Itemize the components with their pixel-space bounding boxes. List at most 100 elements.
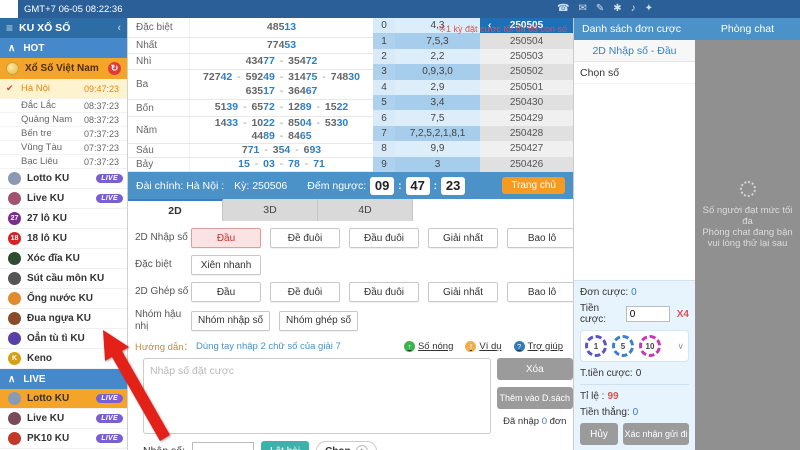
- bet-row-label: Đặc biệt: [135, 259, 191, 271]
- home-button[interactable]: Trang chủ: [502, 177, 565, 194]
- bet-row-2d-nhap-so: 2D Nhập sốĐầuĐề đuôiĐầu đuôiGiải nhấtBao…: [135, 228, 573, 248]
- total-amount-value: 0: [636, 368, 642, 379]
- period-cell[interactable]: 250428: [480, 126, 573, 141]
- check-icon: ✔: [6, 156, 21, 167]
- sidebar-item-live-ku[interactable]: Live KULIVE: [0, 189, 127, 209]
- number-tail: 04: [300, 117, 312, 129]
- sound-icon[interactable]: ♪: [631, 4, 636, 14]
- add-to-list-button[interactable]: Thêm vào D.sách: [497, 387, 573, 409]
- period-cell[interactable]: 250426: [480, 157, 573, 172]
- period-cell[interactable]: 250503: [480, 49, 573, 64]
- sidebar-item-lotto-ku[interactable]: Lotto KULIVE: [0, 169, 127, 189]
- bet-option-nhom-ghep-so[interactable]: Nhóm ghép số: [279, 311, 358, 331]
- number-head: 14: [215, 117, 227, 129]
- sidebar-item-ong-nuoc-ku[interactable]: Ống nước KU: [0, 289, 127, 309]
- sidebar-station-bac-lieu[interactable]: ✔Bạc Liêu07:37:23: [0, 155, 127, 169]
- sidebar-item-sut-cau-mon-ku[interactable]: Sút cầu môn KU: [0, 269, 127, 289]
- sidebar-station-dac-lac[interactable]: ✔Đắc Lắc08:37:23: [0, 99, 127, 113]
- bet-option-giai-nhat[interactable]: Giải nhất: [428, 282, 498, 302]
- app-window: GMT+7 06-05 08:22:36 ☎✉✎✱♪✦ ≡ KU XỔ SỐ ‹…: [0, 0, 800, 450]
- prize-row-sau: Sáu771 - 354 - 693: [128, 144, 373, 158]
- bet-row-dac-biet: Đặc biệtXiên nhanh: [135, 255, 573, 275]
- replay-icon[interactable]: ↻: [108, 62, 121, 75]
- number-tail: 72: [306, 55, 318, 67]
- tab-3d[interactable]: 3D: [223, 199, 318, 221]
- mail-icon[interactable]: ✉: [578, 4, 586, 14]
- sidebar-item-18-lo-ku[interactable]: 1818 lô KU: [0, 229, 127, 249]
- period-cell[interactable]: 250427: [480, 141, 573, 156]
- chevron-down-icon[interactable]: ∨: [677, 341, 684, 352]
- section-live[interactable]: ∧ LIVE: [0, 369, 127, 389]
- section-hot[interactable]: ∧ HOT: [0, 38, 127, 58]
- guide-link-so-nong[interactable]: ↑Số nóng: [404, 341, 453, 352]
- guide-link-tro-giup[interactable]: ?Trợ giúp: [514, 341, 563, 352]
- sidebar-item-live-ku[interactable]: Live KULIVE: [0, 409, 127, 429]
- bet-option-dau[interactable]: Đầu: [191, 282, 261, 302]
- bet-option-xien-nhanh[interactable]: Xiên nhanh: [191, 255, 261, 275]
- bet-option-nhom-nhap-so[interactable]: Nhóm nhập số: [191, 311, 270, 331]
- cancel-button[interactable]: Hủy: [580, 423, 618, 445]
- sidebar-header[interactable]: ≡ KU XỔ SỐ ‹: [0, 18, 127, 38]
- bet-option-de-duoi[interactable]: Đề đuôi: [270, 282, 340, 302]
- bet-option-dau-duoi[interactable]: Đầu đuôi: [349, 282, 419, 302]
- bet-option-bao-lo[interactable]: Bao lô: [507, 228, 577, 248]
- chip-10[interactable]: 10: [639, 335, 661, 357]
- sidebar-station-vung-tau[interactable]: ✔Vũng Tàu07:37:23: [0, 141, 127, 155]
- prize-values: 43477 - 35472: [190, 54, 373, 69]
- period-cell[interactable]: 250429: [480, 110, 573, 125]
- number-head: 727: [203, 71, 221, 83]
- bet-option-giai-nhat[interactable]: Giải nhất: [428, 228, 498, 248]
- sidebar-station-quang-nam[interactable]: ✔Quảng Nam08:37:23: [0, 113, 127, 127]
- prize-values: 72742 - 59249 - 31475 - 7483063517 - 364…: [190, 70, 373, 99]
- period-value: 250430: [510, 97, 543, 108]
- tab-2d[interactable]: 2D: [128, 199, 223, 221]
- guide-link-vi-du[interactable]: !Ví dụ: [465, 341, 501, 352]
- support-icon[interactable]: ☎: [557, 4, 569, 14]
- confirm-submit-button[interactable]: Xác nhận gửi đi: [623, 423, 689, 445]
- tab-4d[interactable]: 4D: [318, 199, 413, 221]
- collapse-icon[interactable]: ‹: [117, 22, 121, 34]
- flip-card-button[interactable]: Lật bài: [261, 441, 309, 450]
- top-bar: GMT+7 06-05 08:22:36 ☎✉✎✱♪✦: [0, 0, 800, 18]
- bet-option-de-duoi[interactable]: Đề đuôi: [270, 228, 340, 248]
- number-head: 44: [251, 130, 263, 142]
- bet-option-dau-duoi[interactable]: Đầu đuôi: [349, 228, 419, 248]
- period-cell[interactable]: 250501: [480, 80, 573, 95]
- sidebar-item-xoc-dia-ku[interactable]: Xóc đĩa KU: [0, 249, 127, 269]
- sidebar-item-27-lo-ku[interactable]: 2727 lô KU: [0, 209, 127, 229]
- sidebar-item-dua-ngua-ku[interactable]: Đua ngựa KU: [0, 309, 127, 329]
- period-cell[interactable]: 250502: [480, 64, 573, 79]
- sidebar-item-oan-tu-ti-ku[interactable]: Oẳn tù tì KU: [0, 329, 127, 349]
- game-tabs: 2D3D4D: [128, 199, 573, 221]
- period-cell[interactable]: 250504: [480, 33, 573, 48]
- sidebar-station-ha-noi[interactable]: ✔Hà Nội09:47:23: [0, 79, 127, 99]
- sidebar-item-pk10-ku[interactable]: PK10 KULIVE: [0, 429, 127, 449]
- menu-icon[interactable]: ≡: [6, 21, 13, 35]
- bet-option-bao-lo[interactable]: Bao lô: [507, 282, 577, 302]
- choose-button[interactable]: Chọn ∧: [316, 441, 377, 450]
- digit-row: 89,9250427: [373, 141, 573, 156]
- chip-5[interactable]: 5: [612, 335, 634, 357]
- number-input[interactable]: [192, 442, 254, 450]
- chip-1[interactable]: 1: [585, 335, 607, 357]
- bet-option-dau[interactable]: Đầu: [191, 228, 261, 248]
- sidebar-item-label: Sút cầu môn KU: [27, 273, 104, 284]
- sidebar-item-lotto-ku[interactable]: Lotto KULIVE: [0, 389, 127, 409]
- station-label: Hà Nội: [21, 83, 50, 94]
- sidebar-station-ben-tre[interactable]: ✔Bến tre07:37:23: [0, 127, 127, 141]
- clear-button[interactable]: Xóa: [497, 358, 573, 380]
- period-value: 250427: [510, 143, 543, 154]
- period-cell[interactable]: 250430: [480, 95, 573, 110]
- promo-icon[interactable]: ✎: [596, 4, 604, 14]
- bet-entry-textarea[interactable]: [143, 358, 491, 434]
- sidebar-item-label: Đua ngựa KU: [27, 313, 91, 324]
- prize-row-nhi: Nhì43477 - 35472: [128, 54, 373, 70]
- separator: -: [302, 158, 311, 170]
- sidebar-item-keno[interactable]: KKeno: [0, 349, 127, 369]
- sidebar-item-xo-so-viet-nam[interactable]: Xổ Số Việt Nam ↻: [0, 58, 127, 79]
- wifi-icon[interactable]: ✦: [645, 4, 653, 14]
- number-head: 51: [215, 101, 227, 113]
- check-icon: ✔: [6, 114, 21, 125]
- bet-amount-input[interactable]: [626, 306, 670, 322]
- settings-icon[interactable]: ✱: [613, 4, 621, 14]
